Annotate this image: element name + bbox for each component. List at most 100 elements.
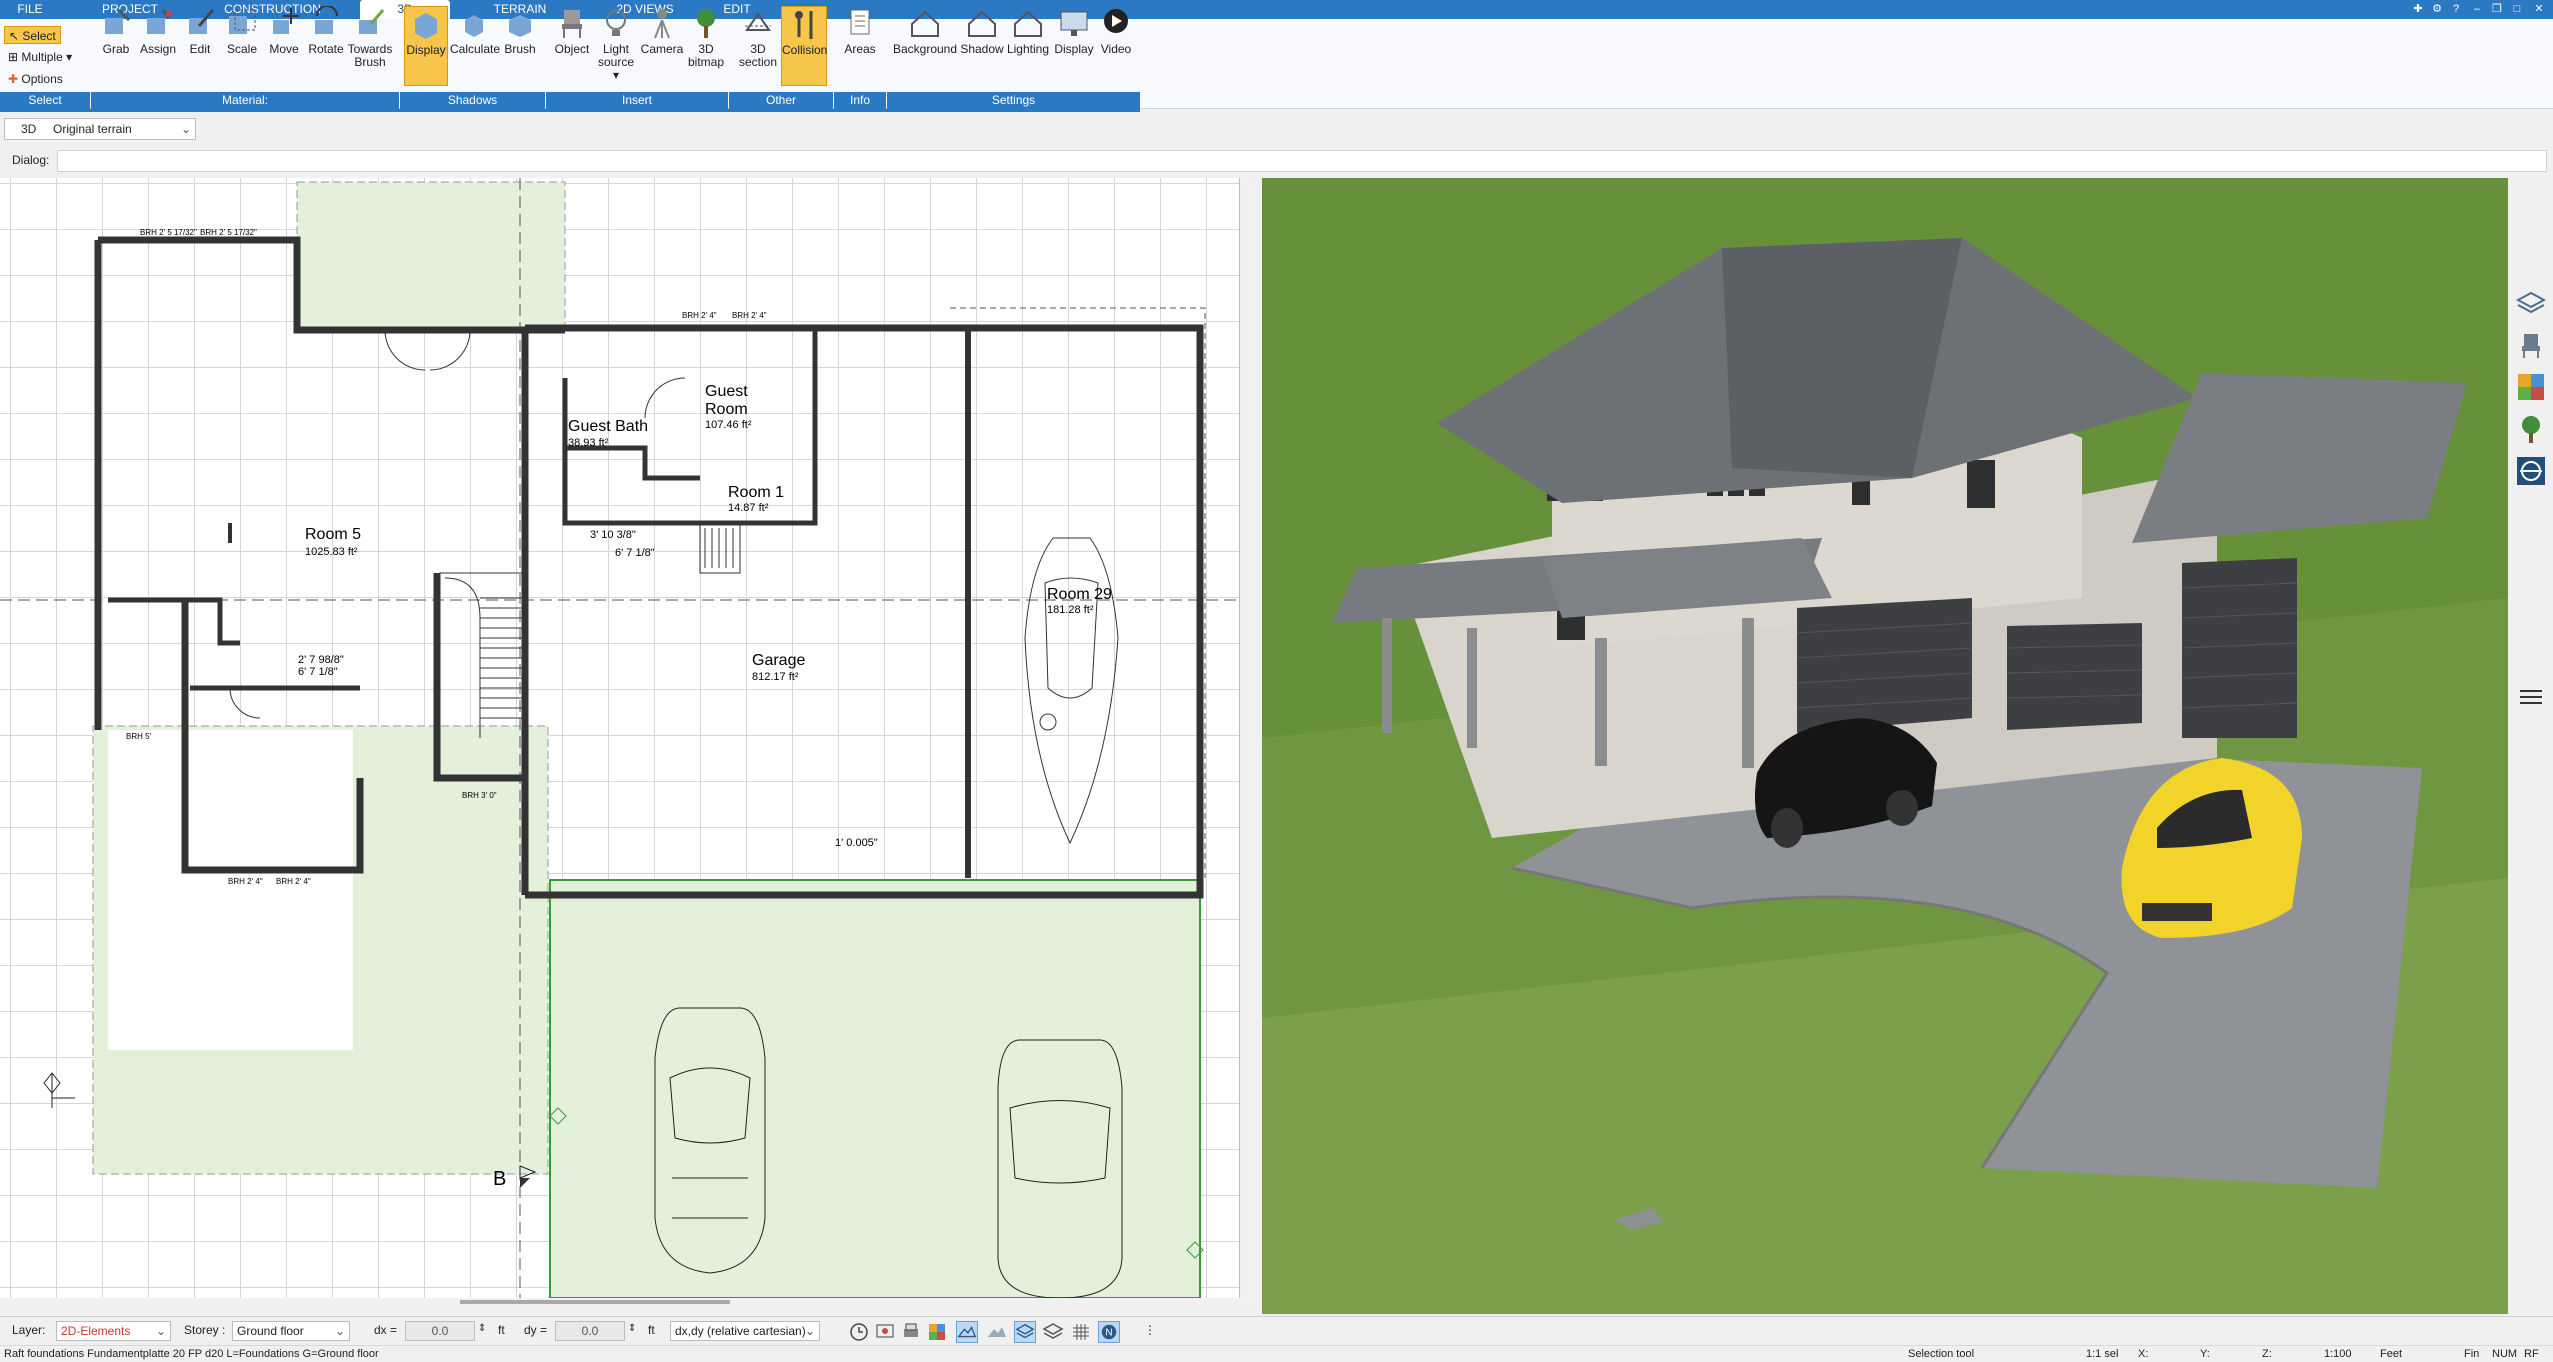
restore-icon[interactable]: ❐ [2490,2,2504,16]
dx-input[interactable]: 0.0 [405,1321,475,1341]
rotate-button[interactable]: Rotate [304,6,348,86]
plan-scroll-thumb[interactable] [460,1300,730,1304]
view-bar [0,115,2553,143]
chair-catalog-icon[interactable] [2516,330,2546,360]
shadow-display-button[interactable]: Display [404,6,448,86]
edit-material-button[interactable]: Edit [178,6,222,86]
bitmap-label-2: bitmap [687,55,725,69]
monitor-icon [1060,11,1088,36]
coordinate-mode-dropdown[interactable]: dx,dy (relative cartesian) ⌄ [670,1321,820,1341]
print-icon[interactable] [900,1321,922,1343]
select-mode-button[interactable]: ↖ Select [4,26,61,44]
storey-dropdown[interactable]: Ground floor ⌄ [232,1321,350,1341]
view-mode-label: 3D [21,122,37,136]
floor-plan-view[interactable]: Room 5 1025.83 ft² Guest Bath 38.93 ft² … [0,178,1240,1298]
lighting-button[interactable]: Lighting [1004,6,1052,86]
panel-toggle-icon[interactable] [2516,682,2546,712]
minimize-icon[interactable]: – [2470,2,2484,16]
viewpoint-icon[interactable] [2516,456,2546,486]
shadow-brush-label: Brush [504,42,536,56]
multiple-label: Multiple [21,50,63,64]
towards-brush-button[interactable]: Towards Brush [346,6,394,86]
lightbulb-icon [606,10,626,36]
color-palette-icon[interactable] [926,1321,948,1343]
layers-icon[interactable] [2516,288,2546,318]
brh-label-7: BRH 5' [126,732,152,741]
terrain-toggle-icon[interactable] [956,1321,978,1343]
clock-icon[interactable] [848,1321,870,1343]
dx-stepper-icon[interactable]: ⇕ [478,1323,486,1334]
dx-unit: ft [498,1323,505,1337]
group-insert: Insert [546,92,728,109]
close-icon[interactable]: ✕ [2532,2,2546,16]
plant-icon[interactable] [2516,414,2546,444]
dx-label: dx = [374,1323,398,1337]
svg-text:N: N [1105,1328,1112,1339]
north-icon[interactable]: N [1098,1321,1120,1343]
stack-icon[interactable] [1042,1321,1064,1343]
dy-stepper-icon[interactable]: ⇕ [628,1323,636,1334]
3d-view[interactable] [1262,178,2508,1314]
shadow-brush-button[interactable]: Brush [498,6,542,86]
fin-indicator: Fin [2464,1348,2480,1360]
dialog-field[interactable] [57,150,2547,172]
options-button[interactable]: ✚ Options [4,70,67,88]
section-label-2: section [738,55,778,69]
screen-capture-icon[interactable] [874,1321,896,1343]
shadow-calculate-button[interactable]: Calculate [450,6,500,86]
light-source-button[interactable]: Light source ▾ [594,6,638,86]
z-coordinate: Z: [2262,1348,2272,1360]
coordinate-mode-value: dx,dy (relative cartesian) [675,1324,806,1338]
3d-bitmap-button[interactable]: 3D bitmap [684,6,728,86]
camera-button[interactable]: Camera [640,6,684,86]
materials-icon[interactable] [2516,372,2546,402]
dy-input[interactable]: 0.0 [555,1321,625,1341]
3d-terrain-icon[interactable] [986,1321,1008,1343]
video-button[interactable]: Video [1094,6,1138,86]
collision-button[interactable]: Collision [781,6,827,86]
x-coordinate: X: [2138,1348,2149,1360]
maximize-icon[interactable]: □ [2510,2,2524,16]
layer-stack-icon[interactable] [1014,1321,1036,1343]
chevron-down-icon: ⌄ [180,122,191,136]
more-options-icon[interactable]: ⋮ [1144,1323,1156,1337]
info-bar: Raft foundations Fundamentplatte 20 FP d… [0,1345,2553,1361]
rotate-icon [315,6,338,34]
selection-count: 1:1 sel [2086,1348,2119,1360]
section-icon [745,12,771,31]
shadow-brush-icon [509,15,531,37]
assign-button[interactable]: Assign [136,6,180,86]
dimension-e: 6' 7 1/8" [298,666,338,678]
help-icon[interactable]: ? [2449,2,2463,16]
settings-icon[interactable]: ⚙ [2430,2,2444,16]
grid-icon[interactable] [1070,1321,1092,1343]
tree-icon [697,9,715,38]
house-background-icon [911,10,939,37]
layer-dropdown[interactable]: 2D-Elements ⌄ [56,1321,171,1341]
units-readout: Feet [2380,1348,2403,1360]
multiple-dropdown[interactable]: ⊞ Multiple ▾ [4,48,76,66]
dimension-b: 6' 7 1/8" [615,547,655,559]
insert-object-button[interactable]: Object [550,6,594,86]
calculate-icon [465,15,483,37]
shadow-settings-button[interactable]: Shadow [960,6,1004,86]
terrain-dropdown[interactable]: 3D Original terrain ⌄ [4,118,196,140]
plan-vertical-scrollbar[interactable] [1242,178,1256,1298]
garage-label: Garage [752,652,805,669]
collision-label: Collision [782,43,828,57]
3d-section-button[interactable]: 3D section [736,6,780,86]
guest-bath-area: 38.93 ft² [568,437,609,449]
background-button[interactable]: Background [890,6,960,86]
display-settings-button[interactable]: Display [1052,6,1096,86]
move-button[interactable]: Move [262,6,306,86]
tab-file[interactable]: FILE [0,0,60,19]
tools-icon[interactable]: ✚ [2411,2,2425,16]
boat-symbol [1024,537,1119,845]
select-label: Select [22,29,56,43]
scale-button[interactable]: Scale [220,6,264,86]
areas-button[interactable]: Areas [838,6,882,86]
group-settings: Settings [887,92,1140,109]
grab-button[interactable]: Grab [94,6,138,86]
move-icon [273,8,299,34]
brush-label: Brush [354,55,386,69]
